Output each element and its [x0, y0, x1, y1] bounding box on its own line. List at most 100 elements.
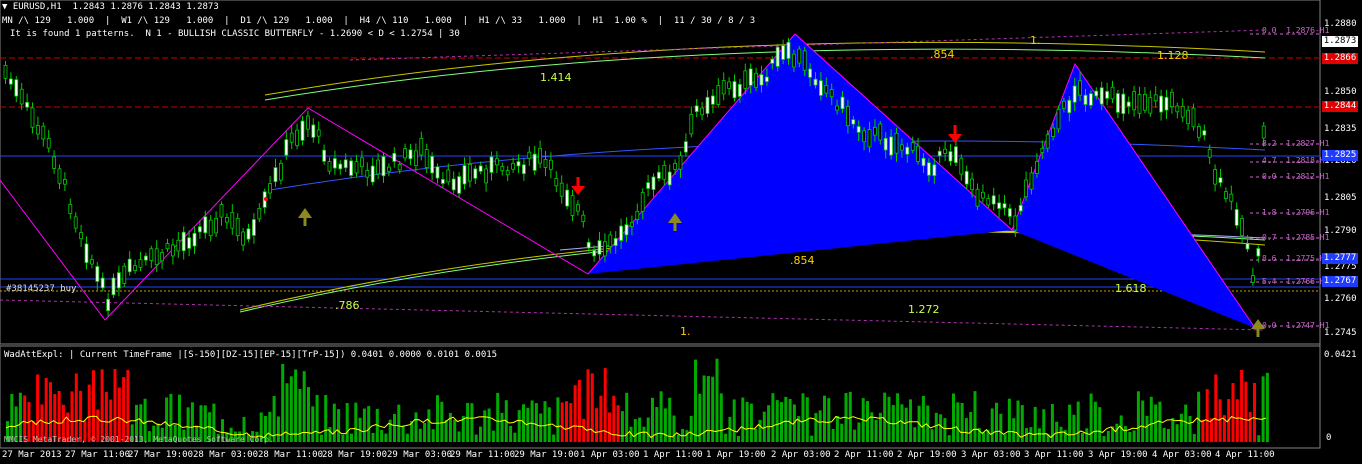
metatrader-chart-window[interactable]: ▼ EURUSD,H1 1.2843 1.2876 1.2843 1.2873 … [0, 0, 1362, 464]
price-tick-0: 1.2880 [1324, 19, 1357, 29]
candle-body [1229, 193, 1234, 202]
time-tick-19: 4 Apr 11:00 [1215, 450, 1275, 460]
candle-body [467, 163, 472, 182]
histogram-bar [995, 402, 998, 442]
time-tick-0: 27 Mar 2013 [2, 450, 62, 460]
candle-body [170, 244, 175, 257]
candle-body [1218, 177, 1223, 184]
histogram-bar [517, 410, 521, 442]
candle-body [716, 85, 721, 105]
histogram-bar [1033, 406, 1037, 442]
histogram-bar [706, 376, 710, 442]
candle-body [635, 210, 640, 220]
candle-body [1261, 125, 1266, 139]
fib-1618: 1.618 [1115, 282, 1147, 295]
candle-body [1180, 105, 1185, 118]
candle-body [457, 176, 462, 194]
histogram-bar [732, 399, 736, 442]
price-tick-7: 1.2760 [1324, 294, 1357, 304]
price-chart[interactable] [0, 0, 1362, 464]
histogram-bar [453, 419, 457, 442]
candle-body [473, 168, 478, 179]
candle-body [721, 80, 726, 95]
histogram-bar [423, 422, 427, 442]
histogram-bar [999, 413, 1003, 442]
candle-body [268, 183, 273, 194]
candle-body [494, 158, 499, 166]
level-label-6: 8.6 1.2775-H1 [1262, 254, 1330, 263]
candle-body [997, 202, 1001, 209]
candle-body [964, 170, 969, 185]
histogram-bar [1218, 399, 1222, 442]
candle-body [1251, 275, 1255, 283]
fib-854-top: .854 [930, 48, 955, 61]
histogram-bar [1081, 432, 1084, 442]
candle-body [986, 198, 991, 206]
candle-body [694, 105, 699, 113]
candle-body [916, 145, 920, 162]
histogram-bar [1068, 404, 1072, 442]
histogram-bar [810, 435, 814, 442]
histogram-bar [341, 434, 345, 442]
candle-body [819, 80, 823, 96]
time-tick-6: 29 Mar 03:00 [387, 450, 453, 460]
candle-body [1089, 93, 1093, 106]
time-tick-7: 29 Mar 11:00 [450, 450, 516, 460]
histogram-bar [659, 391, 663, 442]
candle-body [500, 166, 505, 172]
candle-body [289, 132, 294, 143]
candle-body [937, 150, 942, 157]
candle-body [316, 129, 321, 137]
candle-body [829, 89, 834, 98]
candle-body [873, 127, 877, 136]
histogram-bar [315, 394, 319, 442]
histogram-bar [276, 416, 280, 442]
histogram-bar [767, 405, 771, 442]
candle-body [851, 119, 856, 125]
histogram-bar [685, 430, 689, 442]
indicator-axis-top: 0.0421 [1324, 350, 1357, 360]
histogram-bar [857, 422, 861, 442]
histogram-bar [466, 402, 470, 442]
candle-body [57, 168, 62, 184]
histogram-bar [513, 432, 517, 442]
candle-body [1143, 93, 1147, 111]
time-tick-13: 2 Apr 11:00 [834, 450, 894, 460]
candle-body [25, 101, 30, 108]
candle-body [365, 170, 370, 178]
histogram-bar [560, 402, 564, 442]
candle-body [30, 107, 35, 128]
histogram-bar [741, 397, 745, 442]
candle-body [603, 241, 607, 257]
candle-body [808, 68, 812, 78]
current-price-box: 1.2873 [1322, 36, 1358, 47]
candle-body [667, 171, 672, 186]
histogram-bar [1076, 401, 1080, 442]
histogram-bar [302, 371, 306, 442]
pattern-line: It is found 1 patterns. N 1 - BULLISH CL… [10, 29, 460, 39]
histogram-bar [1257, 435, 1261, 442]
candle-body [235, 217, 240, 237]
candle-body [208, 219, 213, 237]
candle-body [1110, 86, 1115, 100]
candle-body [624, 224, 629, 236]
candle-body [1002, 203, 1007, 209]
candle-body [1256, 248, 1261, 257]
histogram-bar [840, 423, 844, 442]
histogram-bar [711, 376, 715, 442]
candle-body [732, 81, 737, 99]
level-label-0: 0.0 1.2876-H1 [1262, 26, 1330, 35]
histogram-bar [960, 402, 964, 442]
candle-body [154, 248, 159, 266]
histogram-bar [294, 369, 298, 442]
candle-body [554, 178, 559, 187]
order-label[interactable]: #38145237 buy [6, 284, 76, 295]
candle-body [1094, 90, 1099, 97]
candle-body [943, 148, 947, 154]
candle-body [538, 147, 542, 164]
time-tick-18: 4 Apr 03:00 [1152, 450, 1212, 460]
candle-body [775, 46, 780, 67]
histogram-bar [1085, 428, 1089, 442]
candle-body [111, 277, 116, 296]
histogram-bar [814, 413, 818, 442]
